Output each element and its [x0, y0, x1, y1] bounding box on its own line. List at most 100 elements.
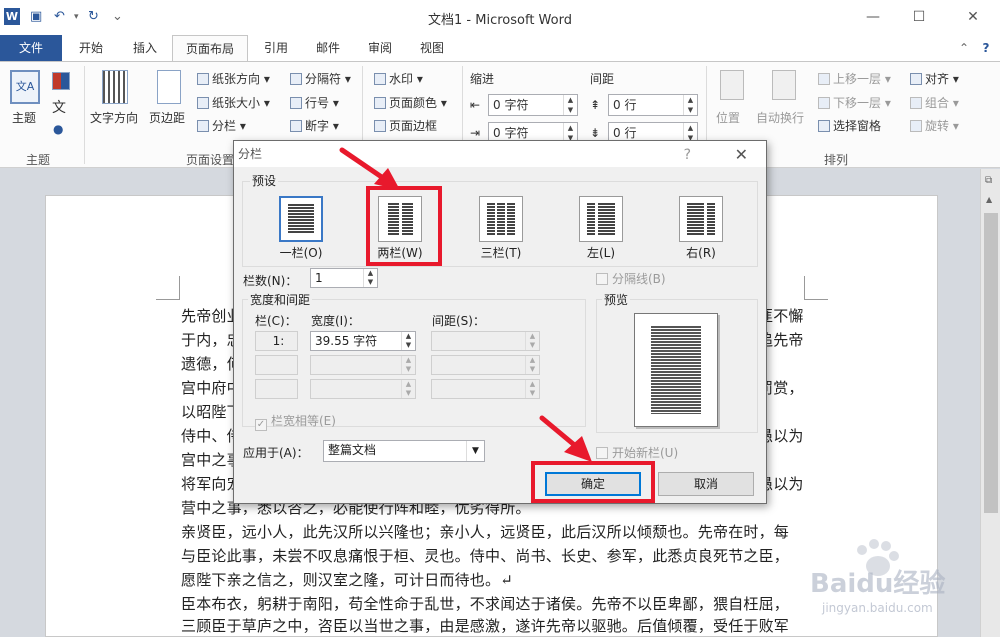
group-objects-icon [910, 97, 922, 109]
column-spacing-3-input[interactable]: ▲ ▼ [431, 379, 540, 399]
column-glyph [497, 203, 505, 235]
dialog-close-icon[interactable]: ✕ [735, 142, 748, 168]
spinner-arrows[interactable]: ▲ ▼ [525, 332, 539, 350]
spacing-before-input[interactable]: 0 行 ▲ ▼ [608, 94, 698, 116]
group-objects-button[interactable]: 组合 ▾ [910, 94, 959, 111]
dialog-title-bar: 分栏 ? ✕ [234, 141, 766, 167]
spacing-after-value: 0 行 [613, 126, 637, 140]
line-numbers-button[interactable]: 行号 ▾ [290, 94, 339, 111]
column-width-3-input[interactable]: ▲ ▼ [310, 379, 416, 399]
preset-three-columns[interactable] [479, 196, 523, 242]
tab-home[interactable]: 开始 [66, 35, 116, 62]
spinner-arrows[interactable]: ▲ ▼ [363, 269, 377, 287]
size-button[interactable]: 纸张大小 ▾ [197, 94, 270, 111]
indent-right-value: 0 字符 [493, 126, 529, 140]
line-between-label: 分隔线(B) [612, 272, 666, 286]
column-width-1-input[interactable]: 39.55 字符 ▲ ▼ [310, 331, 416, 351]
line-between-checkbox[interactable]: 分隔线(B) [596, 270, 666, 287]
dialog-help-icon[interactable]: ? [684, 142, 691, 168]
spinner-arrows[interactable]: ▲ ▼ [525, 356, 539, 374]
num-columns-input[interactable]: 1 ▲ ▼ [310, 268, 378, 288]
send-backward-button[interactable]: 下移一层 ▾ [818, 94, 891, 111]
column-spacing-2-input[interactable]: ▲ ▼ [431, 355, 540, 375]
column-width-2-input[interactable]: ▲ ▼ [310, 355, 416, 375]
tab-page-layout[interactable]: 页面布局 [172, 35, 248, 63]
rotate-button[interactable]: 旋转 ▾ [910, 117, 959, 134]
line-numbers-label: 行号 [305, 96, 330, 110]
bring-forward-button[interactable]: 上移一层 ▾ [818, 70, 891, 87]
minimize-icon[interactable]: — [850, 5, 896, 29]
dropdown-arrow-icon[interactable]: ▼ [466, 441, 484, 461]
spinner-arrows[interactable]: ▲ ▼ [683, 95, 697, 115]
tab-review[interactable]: 审阅 [356, 35, 404, 62]
theme-icon[interactable]: 文A [10, 70, 40, 104]
columns-button[interactable]: 分栏 ▾ [197, 117, 246, 134]
theme-button-label[interactable]: 主题 [12, 109, 36, 126]
indent-left-icon: ⇤ [470, 98, 481, 112]
column-spacing-1-input[interactable]: ▲ ▼ [431, 331, 540, 351]
close-icon[interactable]: ✕ [950, 5, 996, 29]
wrap-text-button[interactable]: 自动换行 [756, 109, 804, 126]
title-bar: W ▣ ↶ ▾ ↻ ⌄ 文档1 - Microsoft Word — ☐ ✕ [0, 0, 1000, 35]
position-icon[interactable] [720, 70, 744, 100]
spinner-arrows[interactable]: ▲ ▼ [401, 380, 415, 398]
theme-fonts-icon[interactable]: 文 [52, 97, 66, 117]
margins-button[interactable]: 页边距 [149, 109, 185, 126]
cancel-button[interactable]: 取消 [658, 472, 754, 496]
align-button[interactable]: 对齐 ▾ [910, 70, 959, 87]
collapse-ribbon-icon[interactable]: ⌃ [954, 35, 974, 62]
wrap-text-icon[interactable] [772, 70, 796, 100]
preview-text-lines [651, 326, 701, 414]
orientation-button[interactable]: 纸张方向 ▾ [197, 70, 270, 87]
selection-pane-label: 选择窗格 [833, 119, 882, 133]
start-new-column-checkbox[interactable]: 开始新栏(U) [596, 444, 678, 461]
breaks-label: 分隔符 [305, 72, 342, 86]
ruler-toggle-icon[interactable]: ⧉ [985, 175, 992, 186]
columns-label: 分栏 [212, 119, 237, 133]
theme-colors-icon[interactable] [52, 72, 70, 90]
column-glyph [288, 204, 314, 234]
scrollbar-thumb[interactable] [984, 213, 998, 513]
spinner-arrows[interactable]: ▲ ▼ [401, 332, 415, 350]
margins-icon[interactable] [157, 70, 181, 104]
hyphenation-button[interactable]: 断字 ▾ [290, 117, 339, 134]
theme-effects-icon[interactable]: ● [53, 122, 63, 136]
restore-icon[interactable]: ☐ [896, 5, 942, 29]
page-borders-button[interactable]: 页面边框 [374, 117, 437, 134]
tab-references[interactable]: 引用 [252, 35, 300, 62]
preset-right[interactable] [679, 196, 723, 242]
position-button[interactable]: 位置 [716, 109, 740, 126]
column-number-2 [255, 355, 298, 375]
ribbon-tabs: 文件 开始 插入 页面布局 引用 邮件 审阅 视图 ⌃ ? [0, 35, 1000, 63]
tab-view[interactable]: 视图 [408, 35, 456, 62]
column-number-1: 1: [255, 331, 298, 351]
watermark-button[interactable]: 水印 ▾ [374, 70, 423, 87]
selection-pane-button[interactable]: 选择窗格 [818, 117, 881, 134]
apply-to-select[interactable]: 整篇文档 ▼ [323, 440, 485, 462]
text-direction-button[interactable]: 文字方向 [90, 109, 138, 126]
help-icon[interactable]: ? [976, 35, 996, 62]
arrange-group-label: 排列 [824, 153, 849, 167]
breaks-button[interactable]: 分隔符 ▾ [290, 70, 351, 87]
spinner-arrows[interactable]: ▲ ▼ [401, 356, 415, 374]
indent-left-input[interactable]: 0 字符 ▲ ▼ [488, 94, 578, 116]
selection-pane-icon [818, 120, 830, 132]
tab-insert[interactable]: 插入 [120, 35, 170, 62]
column-glyph [598, 203, 615, 235]
spinner-arrows[interactable]: ▲ ▼ [563, 95, 577, 115]
checkbox-box: ✓ [255, 419, 267, 431]
text-direction-icon[interactable] [102, 70, 128, 104]
dialog-title: 分栏 [238, 147, 263, 161]
spacing-header: 间距(S)： [432, 314, 485, 328]
hyphenation-icon [290, 120, 302, 132]
equal-width-checkbox[interactable]: ✓ 栏宽相等(E) [255, 412, 336, 431]
page-color-button[interactable]: 页面颜色 ▾ [374, 94, 447, 111]
align-icon [910, 73, 922, 85]
preset-left[interactable] [579, 196, 623, 242]
tab-mailings[interactable]: 邮件 [304, 35, 352, 62]
tab-file[interactable]: 文件 [0, 35, 62, 62]
align-label: 对齐 [925, 72, 950, 86]
scroll-up-icon[interactable]: ▲ [986, 195, 992, 204]
preset-one-column[interactable] [279, 196, 323, 242]
spinner-arrows[interactable]: ▲ ▼ [525, 380, 539, 398]
